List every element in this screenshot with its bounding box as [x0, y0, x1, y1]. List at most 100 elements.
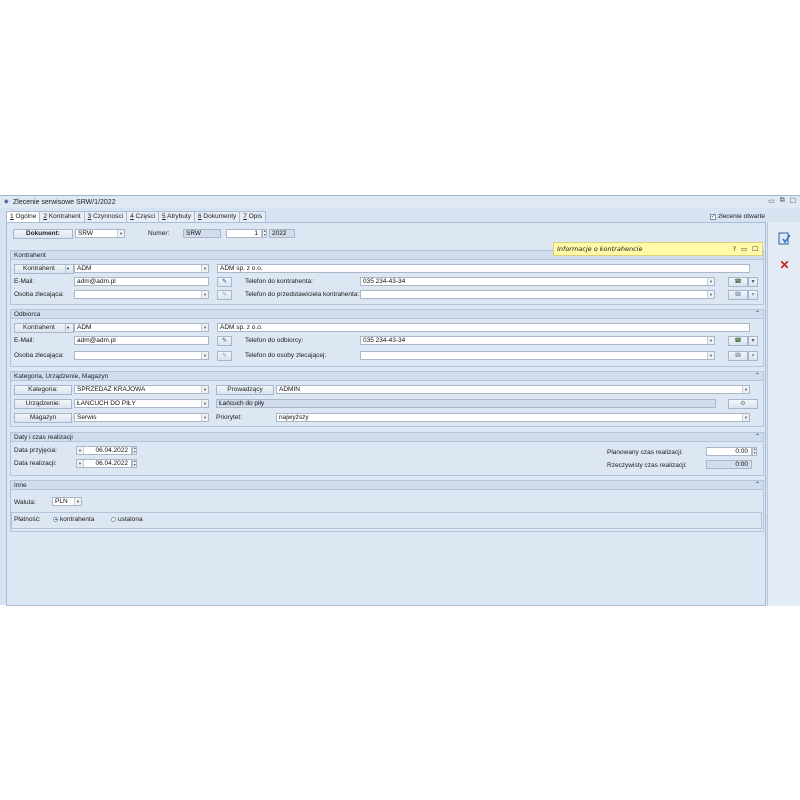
send-email-icon[interactable]: ✎: [217, 336, 232, 346]
odbiorca-name-field[interactable]: ADM sp. z o.o.: [217, 323, 750, 332]
numer-value-field[interactable]: 1: [226, 229, 262, 238]
prowadzacy-field[interactable]: ADMIN ▼: [276, 385, 750, 394]
email-field[interactable]: adm@adm.pl: [74, 336, 209, 345]
device-card-icon[interactable]: ⚙: [728, 399, 758, 409]
chevron-down-icon[interactable]: ▼: [201, 386, 208, 393]
chevron-down-icon[interactable]: ▼: [201, 352, 208, 359]
maximize-icon[interactable]: ☐: [752, 243, 758, 256]
chevron-down-icon[interactable]: ▼: [742, 414, 749, 421]
osoba-zlecajaca-label: Osoba zlecająca:: [14, 291, 64, 298]
radio-icon[interactable]: [111, 516, 116, 522]
chevron-down-icon[interactable]: ▼: [77, 447, 84, 454]
osoba-zlecajaca-field[interactable]: ▼: [74, 351, 209, 360]
data-przyjecia-spinner[interactable]: ▲ ▼: [132, 446, 137, 455]
phone-call-icon[interactable]: ☎: [728, 277, 748, 287]
dokument-type-select[interactable]: SRW ▼: [75, 229, 125, 238]
chevron-down-icon[interactable]: ▼: [65, 265, 73, 273]
chevron-down-icon[interactable]: ▼: [77, 460, 84, 467]
send-email-icon[interactable]: ✎: [217, 351, 232, 361]
collapse-icon[interactable]: ⌃: [755, 310, 760, 319]
telefon-odbiorcy-field[interactable]: 035 234-43-34 ▼: [360, 336, 715, 345]
magazyn-field[interactable]: Serwis ▼: [74, 413, 209, 422]
kontrahent-button[interactable]: Kontrahent ▼: [14, 264, 74, 274]
telefon-osoby-field[interactable]: ▼: [360, 351, 715, 360]
prowadzacy-value: ADMIN: [279, 386, 300, 393]
prowadzacy-button[interactable]: Prowadzący: [216, 385, 274, 395]
tab-czesci[interactable]: 4 Części: [126, 211, 160, 222]
tab-atrybuty[interactable]: 5 Atrybuty: [158, 211, 195, 222]
tab-dokumenty[interactable]: 6 Dokumenty: [193, 211, 241, 222]
telefon-kontrahenta-field[interactable]: 035 234-43-34 ▼: [360, 277, 715, 286]
chevron-down-icon[interactable]: ▼: [74, 498, 81, 505]
urzadzenie-field[interactable]: ŁAŃCUCH DO PIŁY ▼: [74, 399, 209, 408]
phone-call-icon[interactable]: ☎: [728, 351, 748, 361]
data-realizacji-field[interactable]: ▼ 06.04.2022: [76, 459, 132, 468]
chevron-down-icon[interactable]: ▾: [748, 351, 758, 361]
chevron-down-icon[interactable]: ▼: [201, 414, 208, 421]
priorytet-field[interactable]: najwyższy ▼: [276, 413, 750, 422]
tab-opis[interactable]: 7 Opis: [239, 211, 267, 222]
urzadzenie-button[interactable]: Urządzenie:: [14, 399, 72, 409]
chevron-down-icon[interactable]: ▼: [201, 265, 208, 272]
priorytet-label: Priorytet:: [216, 414, 243, 421]
radio-selected-icon[interactable]: [53, 516, 58, 522]
chevron-down-icon[interactable]: ▼: [201, 324, 208, 331]
chevron-down-icon[interactable]: ▼: [707, 278, 714, 285]
help-icon[interactable]: ?: [733, 243, 736, 256]
option-label: kontrahenta: [60, 516, 95, 523]
data-realizacji-label: Data realizacji:: [14, 460, 57, 467]
osoba-zlecajaca-field[interactable]: ▼: [74, 290, 209, 299]
cancel-icon[interactable]: ✕: [776, 256, 793, 273]
planowany-czas-spinner[interactable]: ▲ ▼: [752, 447, 757, 456]
restore-icon[interactable]: ⧉: [780, 197, 785, 205]
chevron-down-icon[interactable]: ▼: [707, 291, 714, 298]
tab-number: 5: [162, 213, 166, 220]
collapse-icon[interactable]: ⌃: [755, 372, 760, 381]
data-przyjecia-field[interactable]: ▼ 06.04.2022: [76, 446, 132, 455]
kontrahent-code-field[interactable]: ADM ▼: [74, 264, 209, 273]
kategoria-button[interactable]: Kategoria:: [14, 385, 72, 395]
chevron-down-icon[interactable]: ▾: [748, 336, 758, 346]
planowany-czas-field[interactable]: 0:00: [706, 447, 752, 456]
send-email-icon[interactable]: ✎: [217, 277, 232, 287]
phone-call-icon[interactable]: ☎: [728, 336, 748, 346]
chevron-down-icon[interactable]: ▼: [707, 337, 714, 344]
kontrahent-name-field[interactable]: ADM sp. z o.o.: [217, 264, 750, 273]
chevron-down-icon[interactable]: ▼: [201, 400, 208, 407]
chevron-down-icon[interactable]: ▼: [742, 386, 749, 393]
odbiorca-code-field[interactable]: ADM ▼: [74, 323, 209, 332]
planowany-czas-label: Planowany czas realizacji:: [607, 449, 683, 456]
tab-czynnosci[interactable]: 3 Czynności: [83, 211, 128, 222]
send-email-icon[interactable]: ✎: [217, 290, 232, 300]
chevron-down-icon[interactable]: ▼: [65, 324, 73, 332]
chevron-down-icon[interactable]: ▼: [117, 230, 124, 237]
chevron-down-icon[interactable]: ▾: [748, 277, 758, 287]
chevron-down-icon[interactable]: ▼: [201, 291, 208, 298]
maximize-icon[interactable]: ☐: [790, 197, 796, 205]
minimize-icon[interactable]: ▭: [768, 197, 775, 205]
telefon-przedstawiciela-field[interactable]: ▼: [360, 290, 715, 299]
tab-kontrahent[interactable]: 2 Kontrahent: [39, 211, 85, 222]
collapse-icon[interactable]: ⌃: [755, 433, 760, 442]
chevron-down-icon[interactable]: ▾: [748, 290, 758, 300]
dokument-button[interactable]: Dokument:: [13, 229, 73, 239]
priorytet-value: najwyższy: [279, 414, 309, 421]
kontrahent-info-popup[interactable]: Informacje o kontrahencie ? ▭ ☐: [553, 242, 763, 256]
kategoria-field[interactable]: SPRZEDAŻ KRAJOWA ▼: [74, 385, 209, 394]
zlecenie-otwarte-checkbox[interactable]: ✓ zlecenie otwarte: [710, 213, 765, 220]
collapse-icon[interactable]: ⌃: [755, 481, 760, 490]
phone-call-icon[interactable]: ☎: [728, 290, 748, 300]
minimize-icon[interactable]: ▭: [741, 243, 747, 256]
platnosc-option-kontrahenta[interactable]: kontrahenta: [53, 516, 94, 524]
email-field[interactable]: adm@adm.pl: [74, 277, 209, 286]
waluta-select[interactable]: PLN ▼: [52, 497, 82, 506]
numer-spinner[interactable]: ▲ ▼: [262, 229, 267, 238]
data-realizacji-spinner[interactable]: ▲ ▼: [132, 459, 137, 468]
save-icon[interactable]: [776, 230, 793, 247]
magazyn-button[interactable]: Magazyn: [14, 413, 72, 423]
platnosc-option-ustalona[interactable]: ustalona: [111, 516, 143, 524]
kategoria-value: SPRZEDAŻ KRAJOWA: [77, 386, 146, 393]
chevron-down-icon[interactable]: ▼: [707, 352, 714, 359]
check-icon[interactable]: ✓: [710, 213, 716, 220]
kontrahent-button[interactable]: Kontrahent ▼: [14, 323, 74, 333]
